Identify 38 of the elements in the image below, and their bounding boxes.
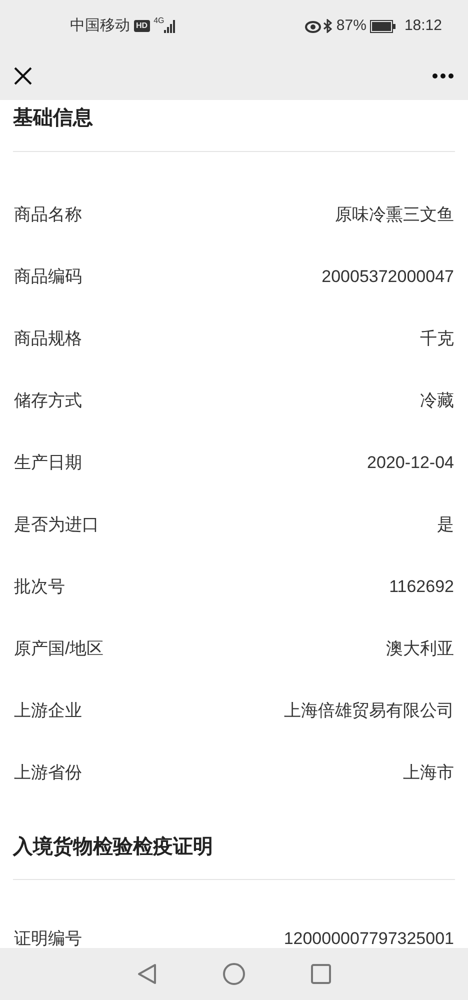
section-title: 入境货物检验检疫证明 (13, 834, 213, 860)
battery-icon (370, 20, 396, 32)
carrier-name: 中国移动 (70, 16, 130, 36)
clock-time: 18:12 (404, 16, 442, 36)
network-type: 4G (154, 17, 164, 25)
field-value: 2020-12-04 (367, 452, 454, 474)
home-icon[interactable] (223, 963, 245, 985)
field-value: 冷藏 (420, 390, 454, 412)
field-label: 证明编号 (14, 928, 82, 948)
field-label: 生产日期 (14, 452, 82, 474)
field-label: 是否为进口 (14, 514, 99, 536)
back-icon[interactable] (137, 963, 157, 985)
field-label: 批次号 (14, 576, 65, 598)
bluetooth-icon (323, 19, 332, 33)
field-value: 是 (437, 514, 454, 536)
field-label: 商品规格 (14, 328, 82, 350)
field-value: 上海倍雄贸易有限公司 (284, 700, 454, 722)
field-label: 商品编码 (14, 266, 82, 288)
field-value: 上海市 (403, 762, 454, 784)
field-value: 20005372000047 (322, 266, 454, 288)
recents-icon[interactable] (311, 964, 331, 984)
field-value: 千克 (420, 328, 454, 350)
battery-percent: 87% (336, 16, 366, 36)
field-value: 120000007797325001 (284, 928, 454, 948)
section-title: 基础信息 (13, 106, 93, 131)
field-value: 1162692 (389, 576, 454, 598)
field-label: 原产国/地区 (14, 638, 104, 660)
field-value: 原味冷熏三文鱼 (335, 204, 454, 226)
field-label: 商品名称 (14, 204, 82, 226)
field-label: 上游企业 (14, 700, 82, 722)
close-icon[interactable] (14, 67, 32, 85)
hd-icon: HD (134, 20, 150, 32)
field-value: 澳大利亚 (386, 638, 454, 660)
eye-icon (305, 20, 322, 32)
signal-icon (164, 20, 176, 32)
field-label: 储存方式 (14, 390, 82, 412)
field-label: 上游省份 (14, 762, 82, 784)
more-icon[interactable] (432, 73, 454, 79)
